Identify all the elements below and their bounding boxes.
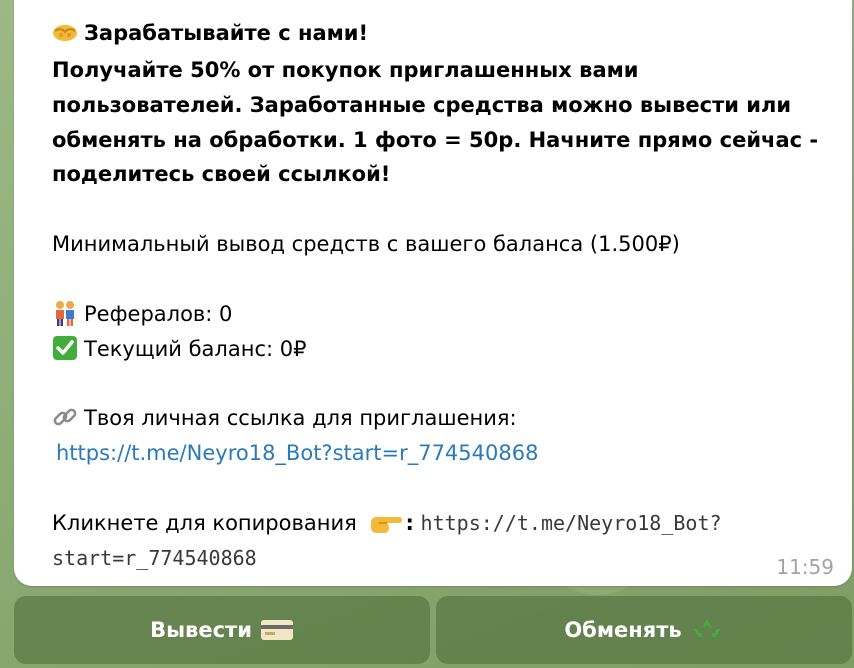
intro-line-3: обменять на обработки. 1 фото = 50р. Нач… [52,128,819,152]
message-time: 11:59 [776,555,834,579]
referrals-row: Рефералов: 0 [52,298,232,330]
balance-row: Текущий баланс: 0₽ [52,333,306,365]
withdraw-button-label: Вывести [150,618,252,642]
handshake-icon [53,25,77,41]
referrals-text: Рефералов: 0 [84,302,233,326]
pointing-hand-icon [371,517,403,533]
intro-line-4: поделитесь своей ссылкой! [52,162,391,186]
credit-card-icon [260,620,293,640]
intro-line-2: пользователей. Заработанные средства мож… [52,93,792,117]
message-title: Зарабатывайте с нами! [52,17,368,49]
intro-line-1: Получайте 50% от покупок приглашенных ва… [52,58,639,82]
link-label-text: Твоя личная ссылка для приглашения: [84,406,517,430]
copy-code-line-1[interactable]: https://t.me/Neyro18_Bot? [421,511,722,535]
invite-link[interactable]: https://t.me/Neyro18_Bot?start=r_7745408… [56,437,538,469]
message-bubble: Зарабатывайте с нами! Получайте 50% от п… [14,0,852,586]
exchange-button-label: Обменять [564,618,682,642]
link-icon [53,408,77,426]
copy-colon: : [405,511,414,535]
link-label-row: Твоя личная ссылка для приглашения: [52,402,517,434]
min-withdraw-text: Минимальный вывод средств с вашего балан… [52,232,680,256]
recycle-icon [693,619,720,637]
title-text: Зарабатывайте с нами! [84,21,369,45]
withdraw-button[interactable]: Вывести [14,596,430,664]
check-mark-icon [53,336,77,360]
copy-code-line-2[interactable]: start=r_774540868 [52,542,257,574]
exchange-button[interactable]: Обменять [436,596,852,664]
copy-label: Кликнете для копирования [52,511,357,535]
people-icon [56,301,74,326]
copy-row: Кликнете для копирования : https://t.me/… [52,507,722,539]
balance-text: Текущий баланс: 0₽ [84,337,307,361]
